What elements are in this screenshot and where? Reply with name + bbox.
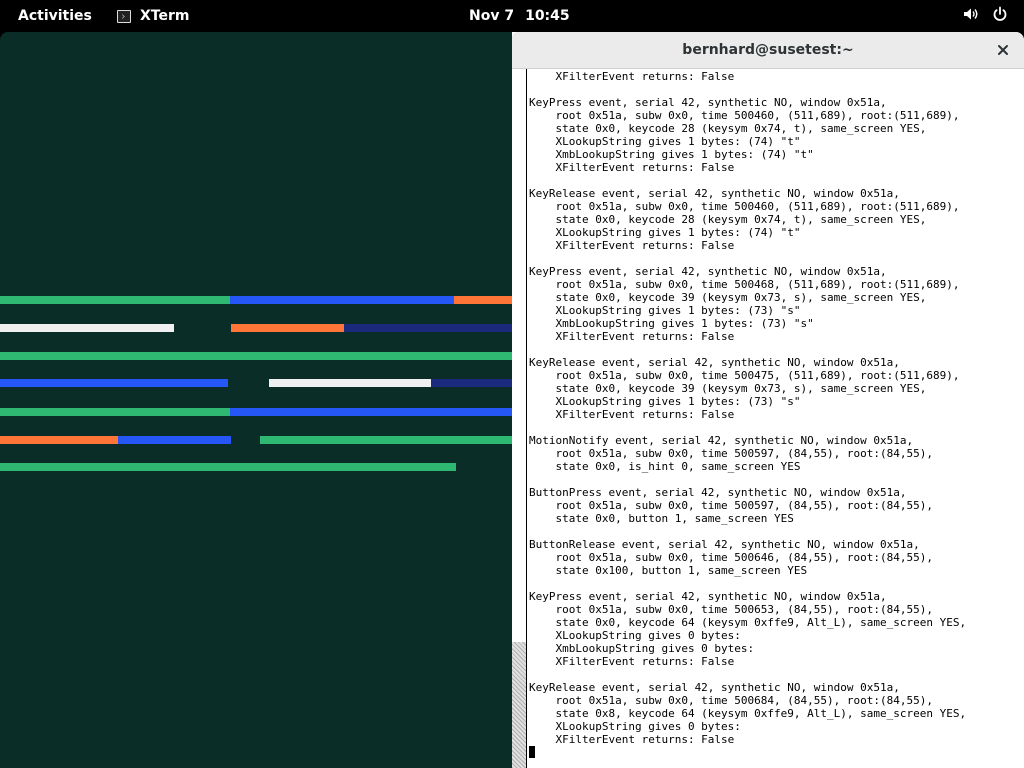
terminal-line: XmbLookupString gives 1 bytes: (74) "t" <box>529 148 814 161</box>
terminal-line: root 0x51a, subw 0x0, time 500460, (511,… <box>529 200 960 213</box>
terminal-line: root 0x51a, subw 0x0, time 500468, (511,… <box>529 278 960 291</box>
close-icon <box>998 45 1008 55</box>
terminal-line: state 0x0, keycode 28 (keysym 0x74, t), … <box>529 122 927 135</box>
visualizer-bar <box>431 379 512 387</box>
clock-date: Nov 7 <box>469 8 515 24</box>
visualizer-bar <box>0 352 512 360</box>
terminal-line: state 0x100, button 1, same_screen YES <box>529 564 808 577</box>
terminal-line: state 0x8, keycode 64 (keysym 0xffe9, Al… <box>529 707 967 720</box>
terminal-line: XFilterEvent returns: False <box>529 239 735 252</box>
close-button[interactable] <box>994 41 1012 59</box>
visualizer-bar <box>0 324 174 332</box>
terminal-line: XLookupString gives 1 bytes: (73) "s" <box>529 395 801 408</box>
visualizer-bar <box>269 379 431 387</box>
terminal-prompt-line <box>529 746 1021 759</box>
terminal-output[interactable]: XFilterEvent returns: False KeyPress even… <box>529 70 1021 766</box>
terminal-line: root 0x51a, subw 0x0, time 500597, (84,5… <box>529 447 933 460</box>
terminal-line: KeyRelease event, serial 42, synthetic N… <box>529 681 900 694</box>
terminal-line: root 0x51a, subw 0x0, time 500684, (84,5… <box>529 694 933 707</box>
terminal-line: root 0x51a, subw 0x0, time 500597, (84,5… <box>529 499 933 512</box>
terminal-line: XmbLookupString gives 0 bytes: <box>529 642 755 655</box>
terminal-line: state 0x0, keycode 39 (keysym 0x73, s), … <box>529 382 927 395</box>
visualizer-bar <box>0 296 230 304</box>
terminal-line: XmbLookupString gives 1 bytes: (73) "s" <box>529 317 814 330</box>
terminal-icon <box>117 9 131 23</box>
scrollbar-thumb[interactable] <box>512 642 526 768</box>
visualizer-bar <box>454 296 512 304</box>
terminal-line: ButtonPress event, serial 42, synthetic … <box>529 486 907 499</box>
visualizer-bar <box>0 463 456 471</box>
terminal-line: XFilterEvent returns: False <box>529 733 735 746</box>
terminal-line: state 0x0, is_hint 0, same_screen YES <box>529 460 801 473</box>
terminal-line: XFilterEvent returns: False <box>529 655 735 668</box>
terminal-line: XLookupString gives 0 bytes: <box>529 720 741 733</box>
visualizer-window[interactable] <box>0 32 512 768</box>
window-title: bernhard@susetest:~ <box>682 42 854 58</box>
visualizer-bar <box>344 324 512 332</box>
terminal-line: KeyPress event, serial 42, synthetic NO,… <box>529 265 887 278</box>
terminal-line: XLookupString gives 1 bytes: (73) "s" <box>529 304 801 317</box>
app-menu-label: XTerm <box>140 8 190 24</box>
visualizer-bar <box>0 436 118 444</box>
volume-icon <box>963 6 979 26</box>
clock-button[interactable]: Nov 7 10:45 <box>469 0 581 32</box>
visualizer-bar <box>230 408 512 416</box>
visualizer-bar <box>230 296 454 304</box>
visualizer-bar <box>260 436 512 444</box>
power-icon <box>992 6 1008 26</box>
activities-button[interactable]: Activities <box>18 0 92 32</box>
xterm-window[interactable]: bernhard@susetest:~ XFilterEvent returns… <box>512 32 1024 768</box>
text-cursor <box>529 746 535 758</box>
terminal-line: state 0x0, keycode 39 (keysym 0x73, s), … <box>529 291 927 304</box>
terminal-line: XLookupString gives 1 bytes: (74) "t" <box>529 135 801 148</box>
terminal-line: KeyRelease event, serial 42, synthetic N… <box>529 356 900 369</box>
terminal-line: state 0x0, keycode 64 (keysym 0xffe9, Al… <box>529 616 967 629</box>
terminal-line: root 0x51a, subw 0x0, time 500460, (511,… <box>529 109 960 122</box>
terminal-line: MotionNotify event, serial 42, synthetic… <box>529 434 914 447</box>
xterm-titlebar[interactable]: bernhard@susetest:~ <box>512 32 1024 69</box>
terminal-line: state 0x0, keycode 28 (keysym 0x74, t), … <box>529 213 927 226</box>
terminal-line: XFilterEvent returns: False <box>529 408 735 421</box>
visualizer-bar <box>231 324 344 332</box>
visualizer-bar <box>118 436 231 444</box>
terminal-line: root 0x51a, subw 0x0, time 500646, (84,5… <box>529 551 933 564</box>
terminal-line: state 0x0, button 1, same_screen YES <box>529 512 794 525</box>
terminal-line: XLookupString gives 1 bytes: (74) "t" <box>529 226 801 239</box>
visualizer-bar <box>0 379 228 387</box>
visualizer-bar <box>0 408 230 416</box>
terminal-line: root 0x51a, subw 0x0, time 500475, (511,… <box>529 369 960 382</box>
terminal-line: ButtonRelease event, serial 42, syntheti… <box>529 538 920 551</box>
terminal-line: root 0x51a, subw 0x0, time 500653, (84,5… <box>529 603 933 616</box>
top-bar: Activities XTerm Nov 7 10:45 <box>0 0 1024 32</box>
app-menu-button[interactable]: XTerm <box>117 0 189 32</box>
clock-time: 10:45 <box>525 8 570 24</box>
terminal-line: KeyRelease event, serial 42, synthetic N… <box>529 187 900 200</box>
terminal-line: XFilterEvent returns: False <box>529 70 735 83</box>
terminal-line: XFilterEvent returns: False <box>529 330 735 343</box>
terminal-line: KeyPress event, serial 42, synthetic NO,… <box>529 96 887 109</box>
system-status-area[interactable] <box>950 0 1008 32</box>
terminal-line: KeyPress event, serial 42, synthetic NO,… <box>529 590 887 603</box>
terminal-line: XLookupString gives 0 bytes: <box>529 629 741 642</box>
scrollbar[interactable] <box>512 69 527 768</box>
terminal-line: XFilterEvent returns: False <box>529 161 735 174</box>
